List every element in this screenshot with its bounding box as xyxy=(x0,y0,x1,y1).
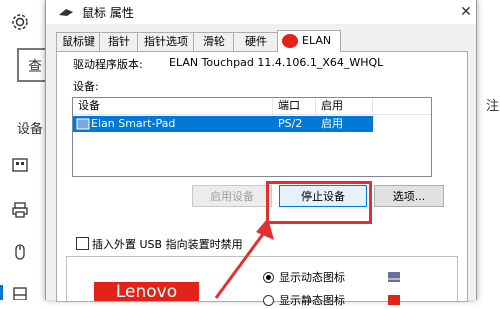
touchpad-device-icon xyxy=(76,118,90,130)
device-enabled-cell: 启用 xyxy=(321,117,343,130)
disable-on-usb-checkbox[interactable] xyxy=(76,237,89,250)
lenovo-logo: Lenovo xyxy=(94,282,199,301)
tab-elan-label: ELAN xyxy=(302,34,332,47)
settings-right-text: 注 xyxy=(486,99,500,114)
tab-pointers[interactable]: 指针 xyxy=(99,32,139,51)
enable-device-button[interactable]: 启用设备 xyxy=(192,185,272,207)
column-enabled[interactable]: 启用 xyxy=(316,98,373,114)
tab-pointer-options[interactable]: 指针选项 xyxy=(137,32,195,51)
gear-icon[interactable] xyxy=(10,12,30,32)
touchpad-icon[interactable] xyxy=(10,285,30,305)
arrow-annotation xyxy=(214,218,274,299)
nav-selection-indicator xyxy=(0,285,3,300)
device-port-cell: PS/2 xyxy=(278,117,303,130)
static-tray-icon xyxy=(387,294,401,306)
device-list-header: 设备 端口 启用 xyxy=(73,98,431,115)
tab-hardware[interactable]: 硬件 xyxy=(233,32,279,51)
device-name-cell: Elan Smart-Pad xyxy=(91,117,176,130)
mouse-title-icon xyxy=(58,7,74,17)
dialog-title: 鼠标 属性 xyxy=(82,6,134,20)
mouse-icon[interactable] xyxy=(10,242,30,262)
devices-label: 设备: xyxy=(73,80,99,93)
column-device[interactable]: 设备 xyxy=(73,98,273,114)
tab-wheel[interactable]: 滑轮 xyxy=(193,32,235,51)
dynamic-tray-icon xyxy=(387,271,401,283)
close-button[interactable]: ✕ xyxy=(456,2,476,22)
elan-logo-icon xyxy=(282,34,298,48)
keyboard-icon[interactable] xyxy=(10,155,30,175)
settings-section-label: 设备 xyxy=(17,122,44,137)
mouse-properties-dialog: 鼠标 属性 ✕ 鼠标键 指针 指针选项 滑轮 硬件 ELAN 驱动程序版本: E… xyxy=(45,0,477,307)
device-list[interactable]: 设备 端口 启用 Elan Smart-Pad PS/2 启用 xyxy=(72,97,432,177)
tab-mouse-buttons[interactable]: 鼠标键 xyxy=(56,32,101,51)
dialog-titlebar[interactable]: 鼠标 属性 ✕ xyxy=(46,0,476,24)
settings-search-text: 查 xyxy=(28,59,42,75)
options-button[interactable]: 选项... xyxy=(374,185,444,207)
column-port[interactable]: 端口 xyxy=(273,98,316,114)
driver-version-label: 驱动程序版本: xyxy=(73,58,143,71)
radio-dynamic-label: 显示动态图标 xyxy=(279,271,345,284)
table-row[interactable]: Elan Smart-Pad PS/2 启用 xyxy=(73,116,373,132)
radio-static-label: 显示静态图标 xyxy=(279,294,345,307)
driver-version-value: ELAN Touchpad 11.4.106.1_X64_WHQL xyxy=(169,56,384,69)
tab-elan[interactable]: ELAN xyxy=(277,30,341,52)
printer-icon[interactable] xyxy=(10,200,30,220)
